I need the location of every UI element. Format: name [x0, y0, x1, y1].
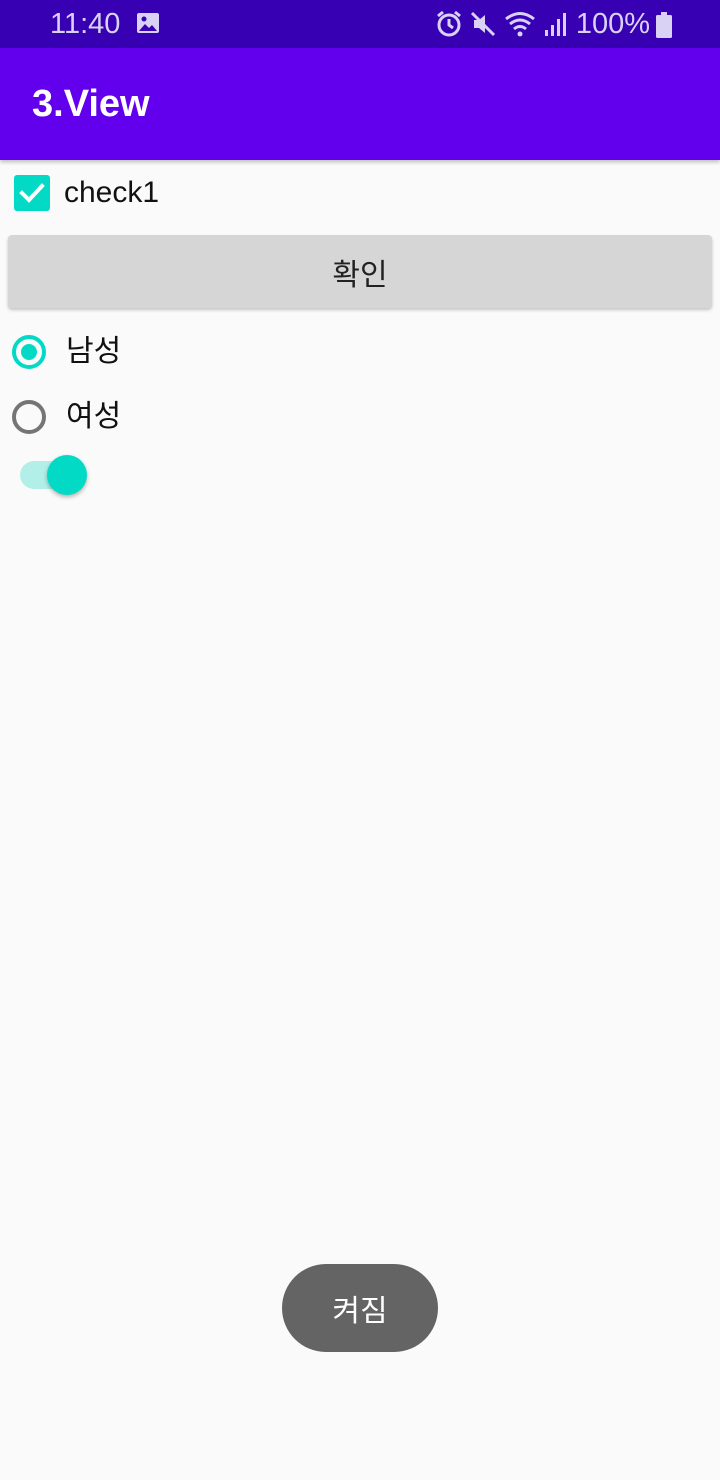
status-icons: 100% [436, 6, 650, 42]
status-bar: 11:40 100% [0, 0, 720, 48]
checkmark-icon [19, 183, 45, 203]
radio-male-button[interactable] [12, 335, 46, 369]
radio-male-label: 남성 [66, 335, 122, 368]
status-time: 11:40 [50, 8, 121, 40]
radio-selected-dot [21, 344, 37, 360]
app-bar: 3.View [0, 48, 720, 160]
checkbox-box[interactable] [14, 175, 50, 211]
battery-percent: 100% [575, 8, 650, 40]
toast-message: 켜짐 [282, 1264, 438, 1352]
app-title: 3.View [32, 83, 150, 125]
radio-female[interactable]: 여성 [0, 392, 400, 448]
radio-female-label: 여성 [66, 400, 122, 433]
confirm-button[interactable]: 확인 [8, 235, 712, 308]
toggle-switch[interactable] [20, 453, 90, 497]
alarm-icon [436, 10, 461, 37]
checkbox-check1[interactable]: check1 [0, 166, 400, 222]
battery-icon [656, 12, 672, 38]
mute-icon [470, 11, 495, 37]
wifi-icon [504, 12, 535, 37]
switch-thumb[interactable] [47, 455, 87, 495]
gallery-icon [137, 13, 159, 33]
radio-male[interactable]: 남성 [0, 327, 400, 383]
signal-icon [544, 13, 566, 36]
checkbox-label: check1 [64, 176, 160, 209]
radio-female-button[interactable] [12, 400, 46, 434]
